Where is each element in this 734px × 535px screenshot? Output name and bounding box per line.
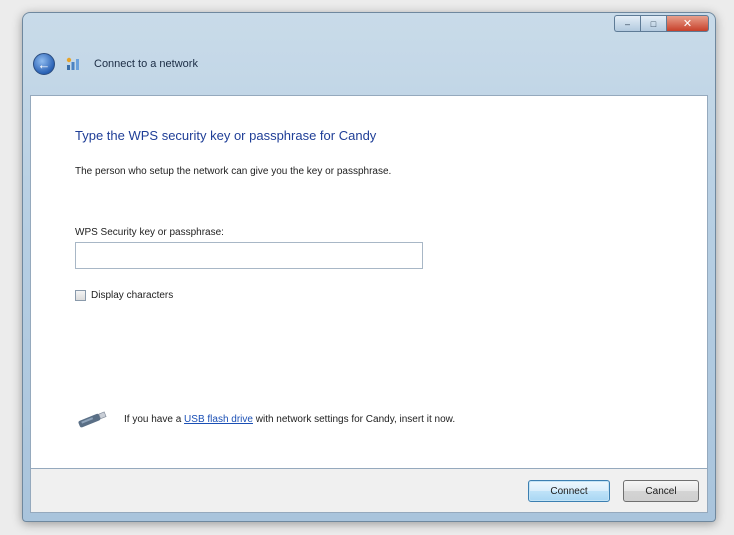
security-key-label: WPS Security key or passphrase: xyxy=(75,227,224,238)
display-characters-row[interactable]: Display characters xyxy=(75,290,173,301)
cancel-button[interactable]: Cancel xyxy=(623,480,699,502)
network-icon xyxy=(65,56,81,72)
description-text: The person who setup the network can giv… xyxy=(75,166,392,177)
navigation-bar: ← Connect to a network xyxy=(33,51,198,77)
content-panel: Type the WPS security key or passphrase … xyxy=(30,95,708,469)
connect-network-window: – □ ✕ ← Connect to a network Type the WP… xyxy=(22,12,716,522)
usb-hint-suffix: with network settings for Candy, insert … xyxy=(252,413,456,425)
caption-buttons: – □ ✕ xyxy=(614,15,709,32)
maximize-button[interactable]: □ xyxy=(640,15,666,32)
display-characters-label[interactable]: Display characters xyxy=(91,290,173,301)
wizard-title: Connect to a network xyxy=(94,58,198,70)
usb-drive-icon xyxy=(75,410,109,428)
security-key-input[interactable] xyxy=(75,242,423,269)
back-arrow-icon: ← xyxy=(37,56,51,72)
usb-hint-prefix: If you have a xyxy=(124,413,185,425)
connect-button[interactable]: Connect xyxy=(528,480,610,502)
back-button[interactable]: ← xyxy=(33,53,55,75)
display-characters-checkbox[interactable] xyxy=(75,290,86,301)
usb-hint: If you have a USB flash drive with netwo… xyxy=(75,410,455,428)
page-heading: Type the WPS security key or passphrase … xyxy=(75,128,377,143)
close-button[interactable]: ✕ xyxy=(666,15,709,32)
minimize-button[interactable]: – xyxy=(614,15,640,32)
button-bar: Connect Cancel xyxy=(30,469,708,513)
usb-hint-text: If you have a USB flash drive with netwo… xyxy=(124,414,455,425)
title-bar[interactable]: – □ ✕ xyxy=(23,13,715,43)
usb-flash-drive-link[interactable]: USB flash drive xyxy=(184,414,253,425)
